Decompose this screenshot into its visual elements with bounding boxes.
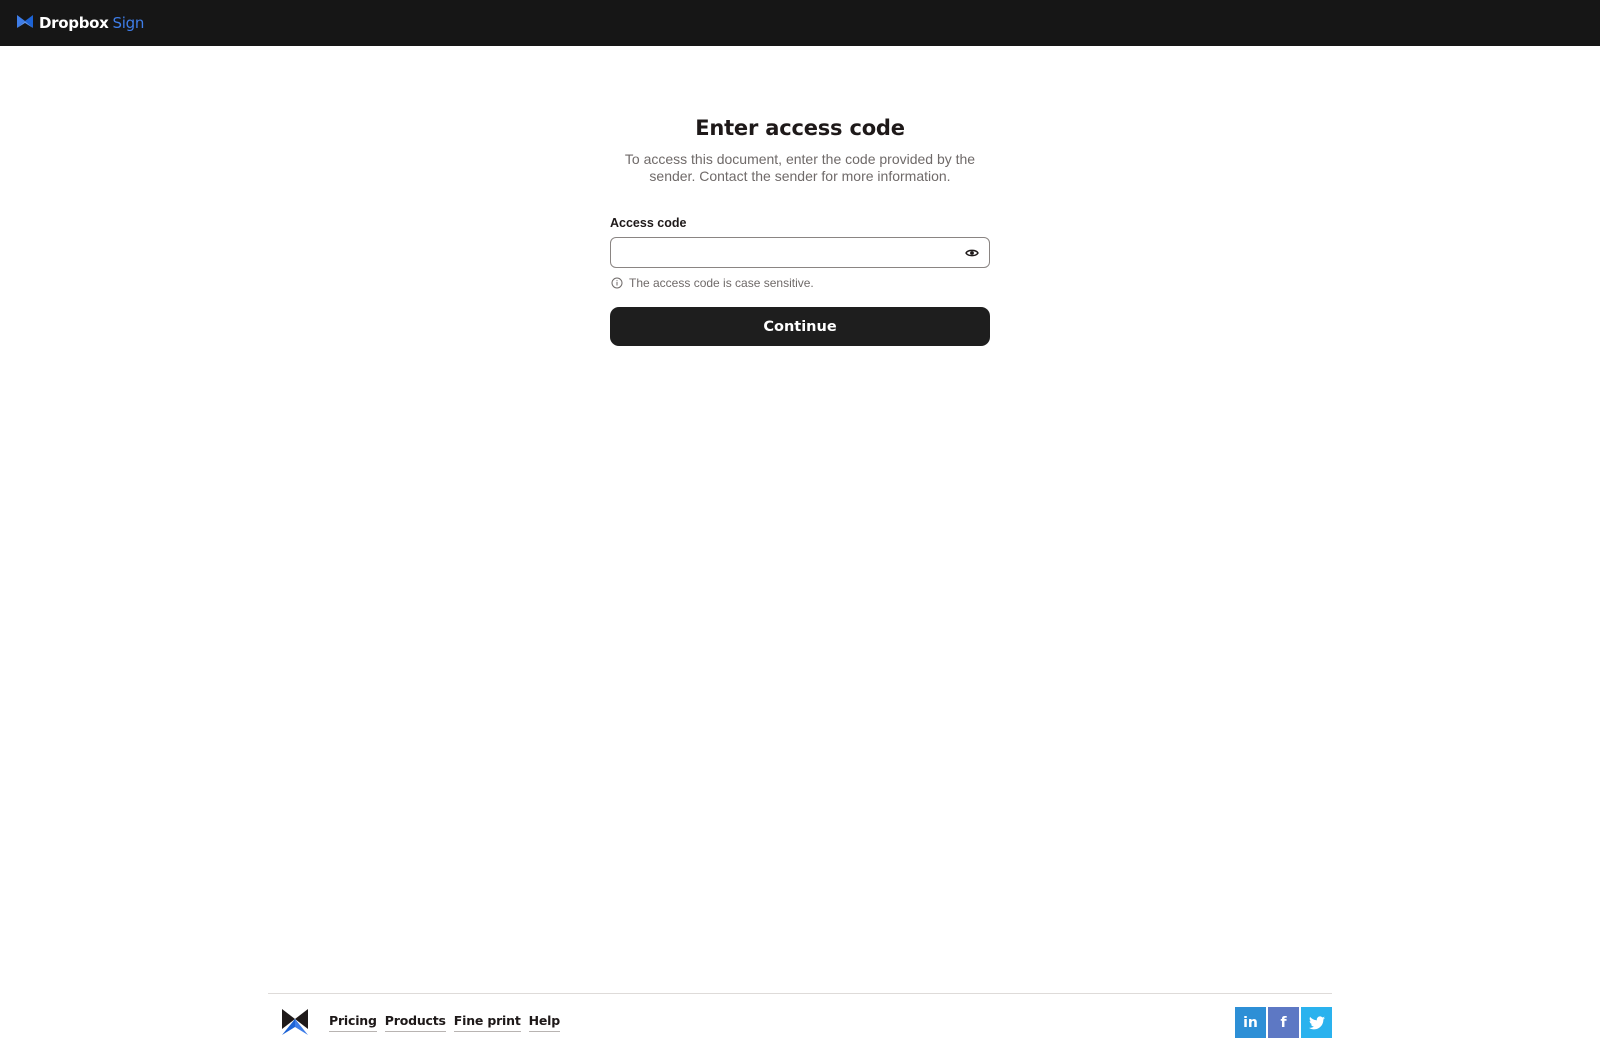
brand-name[interactable]: Dropbox <box>39 14 109 32</box>
access-code-form: Enter access code To access this documen… <box>610 116 990 346</box>
eye-icon[interactable] <box>965 246 979 260</box>
twitter-bird-icon <box>1308 1015 1325 1029</box>
twitter-icon[interactable] <box>1301 1007 1332 1038</box>
page-title: Enter access code <box>695 116 905 140</box>
footer-link-pricing[interactable]: Pricing <box>329 1013 377 1032</box>
top-navigation-bar: Dropbox Sign <box>0 0 1600 46</box>
footer-link-fine-print[interactable]: Fine print <box>453 1013 521 1032</box>
continue-button[interactable]: Continue <box>610 307 990 346</box>
access-code-label: Access code <box>610 216 687 230</box>
brand-product[interactable]: Sign <box>113 14 145 32</box>
page-subtitle: To access this document, enter the code … <box>624 151 976 184</box>
social-links: in f <box>1235 1007 1332 1038</box>
access-code-field-wrapper <box>610 237 990 268</box>
linkedin-icon[interactable]: in <box>1235 1007 1266 1038</box>
footer-link-products[interactable]: Products <box>384 1013 446 1032</box>
case-sensitive-hint: The access code is case sensitive. <box>610 276 990 290</box>
hint-text: The access code is case sensitive. <box>629 276 814 290</box>
footer-links: Pricing Products Fine print Help <box>329 1013 560 1032</box>
footer: Pricing Products Fine print Help in f <box>268 993 1332 1048</box>
info-circle-icon <box>611 277 623 289</box>
dropbox-sign-footer-logo-icon[interactable] <box>282 1009 308 1035</box>
dropbox-sign-logo-icon[interactable] <box>17 15 33 31</box>
access-code-input[interactable] <box>611 238 941 267</box>
facebook-icon[interactable]: f <box>1268 1007 1299 1038</box>
footer-link-help[interactable]: Help <box>528 1013 560 1032</box>
